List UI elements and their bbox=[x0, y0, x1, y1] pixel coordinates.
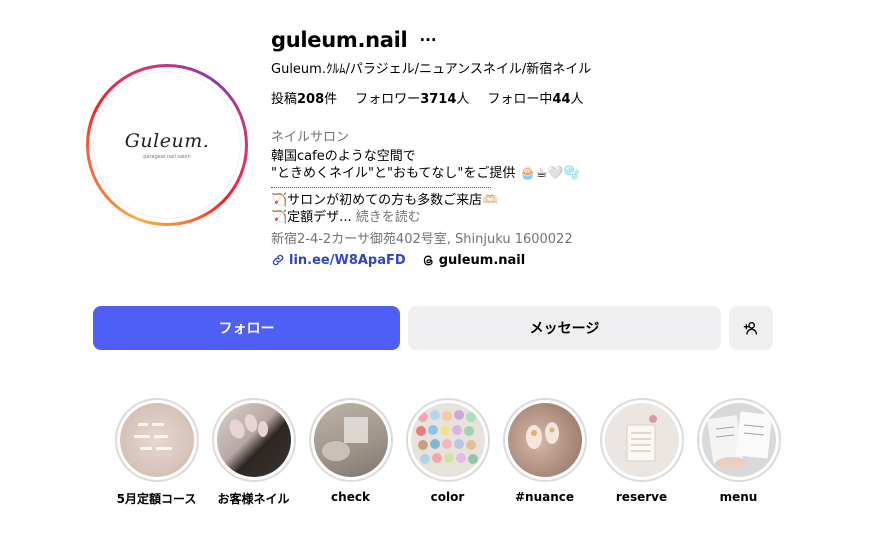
highlight-label: #nuance bbox=[514, 490, 575, 504]
profile-links: lin.ee/W8ApaFD guleum.nail bbox=[271, 250, 771, 270]
read-more-link[interactable]: 続きを読む bbox=[352, 210, 421, 225]
followers-count[interactable]: フォロワー3714人 bbox=[355, 88, 469, 107]
highlight-cover bbox=[313, 403, 388, 477]
more-options-icon[interactable]: ··· bbox=[419, 31, 436, 49]
avatar-logo-text: Guleum. bbox=[124, 130, 210, 152]
highlight-cover bbox=[410, 403, 485, 477]
highlight-label: お客様ネイル bbox=[217, 492, 290, 506]
bio-line: 韓国cafeのような空間で bbox=[271, 149, 416, 164]
highlight-item[interactable]: お客様ネイル bbox=[205, 398, 302, 507]
bio-line: 🏹定額デザ... 続きを読む bbox=[271, 210, 421, 225]
highlight-label: 5月定額コース bbox=[116, 492, 197, 506]
add-user-icon bbox=[743, 322, 757, 335]
profile-stats: 投稿208件 フォロワー3714人 フォロー中44人 bbox=[271, 88, 771, 107]
username-row: guleum.nail ··· bbox=[271, 26, 771, 54]
external-link[interactable]: lin.ee/W8ApaFD bbox=[271, 253, 406, 268]
bio-line: 🏹サロンが初めての方も多数ご来店🫶🏻 bbox=[271, 193, 499, 208]
bio-divider bbox=[271, 182, 771, 192]
highlight-item[interactable]: reserve bbox=[593, 398, 690, 507]
bio-line: "ときめくネイル"と"おもてなし"をご提供 🧁☕🤍🫧 bbox=[271, 166, 580, 181]
address[interactable]: 新宿2-4-2カーサ御苑402号室, Shinjuku 1600022 bbox=[271, 228, 771, 247]
profile-info: guleum.nail ··· Guleum.ｸﾙﾑ/パラジェル/ニュアンスネイ… bbox=[271, 26, 771, 270]
story-highlights: 5月定額コース お客様ネイル check color #nuance reser… bbox=[108, 398, 787, 507]
highlight-item[interactable]: #nuance bbox=[496, 398, 593, 507]
profile-avatar[interactable]: Guleum. parageal nail salon bbox=[86, 64, 248, 226]
full-name: Guleum.ｸﾙﾑ/パラジェル/ニュアンスネイル/新宿ネイル bbox=[271, 62, 592, 77]
bio: 韓国cafeのような空間で "ときめくネイル"と"おもてなし"をご提供 🧁☕🤍🫧… bbox=[271, 148, 771, 226]
highlight-item[interactable]: check bbox=[302, 398, 399, 507]
highlight-cover bbox=[119, 403, 194, 477]
avatar-ring: Guleum. parageal nail salon bbox=[89, 67, 245, 223]
message-button[interactable]: メッセージ bbox=[408, 306, 721, 350]
highlight-label: reserve bbox=[615, 490, 668, 504]
avatar-logo-sub: parageal nail salon bbox=[143, 154, 191, 160]
link-icon bbox=[272, 254, 284, 266]
highlight-cover bbox=[604, 403, 679, 477]
highlight-label: check bbox=[331, 490, 370, 504]
highlight-cover bbox=[216, 403, 291, 477]
highlight-label: menu bbox=[719, 490, 758, 504]
highlight-item[interactable]: color bbox=[399, 398, 496, 507]
highlight-label: color bbox=[430, 490, 465, 504]
suggest-user-button[interactable] bbox=[729, 306, 773, 350]
highlight-cover bbox=[701, 403, 776, 477]
username[interactable]: guleum.nail bbox=[271, 28, 408, 52]
highlight-cover bbox=[507, 403, 582, 477]
following-count[interactable]: フォロー中44人 bbox=[487, 88, 583, 107]
follow-button[interactable]: フォロー bbox=[93, 306, 400, 350]
threads-link[interactable]: guleum.nail bbox=[422, 253, 525, 268]
category-label: ネイルサロン bbox=[271, 130, 350, 145]
highlight-item[interactable]: 5月定額コース bbox=[108, 398, 205, 507]
posts-count: 投稿208件 bbox=[271, 92, 338, 107]
highlight-item[interactable]: menu bbox=[690, 398, 787, 507]
avatar-logo: Guleum. parageal nail salon bbox=[93, 71, 241, 219]
threads-icon bbox=[423, 255, 433, 265]
